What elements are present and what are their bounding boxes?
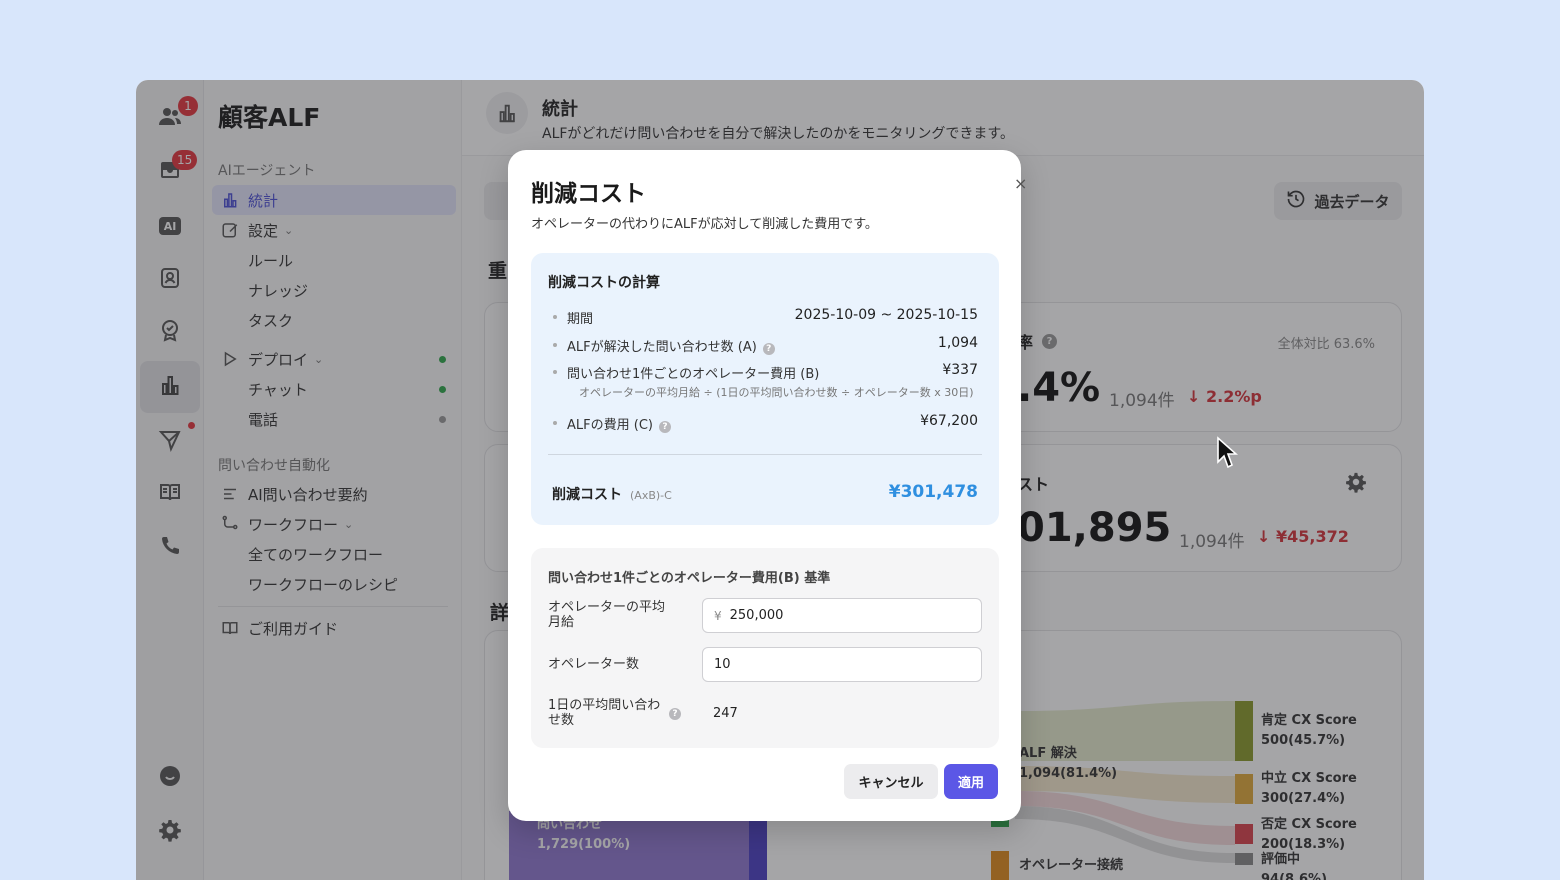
cost-calculation-panel: 削減コストの計算 期間 2025-10-09 ~ 2025-10-15 ALFが… (531, 253, 999, 525)
resolved-value: 1,094 (937, 335, 978, 351)
salary-label-line2: 月給 (548, 615, 575, 630)
daily-label: 1日の平均問い合わ せ数 (548, 698, 678, 728)
alf-cost-value: ¥67,200 (920, 413, 978, 429)
help-icon[interactable]: ? (762, 343, 775, 355)
resolved-label: ALFが解決した問い合わせ数 (A) (567, 340, 757, 355)
cancel-button[interactable]: キャンセル (844, 764, 938, 799)
salary-label: オペレーターの平均 月給 (548, 600, 678, 630)
mouse-cursor-icon (1217, 436, 1238, 469)
daily-label-line2: せ数 (548, 713, 575, 728)
per-cost-formula: オペレーターの平均月給 ÷ (1日の平均問い合わせ数 ÷ オペレーター数 x 3… (579, 386, 974, 399)
per-cost-label: 問い合わせ1件ごとのオペレーター費用 (B) (567, 367, 820, 382)
bullet (553, 421, 557, 425)
bullet (553, 370, 557, 374)
apply-button[interactable]: 適用 (944, 764, 998, 799)
close-icon[interactable]: × (1014, 174, 1027, 193)
modal-title: 削減コスト (531, 181, 646, 207)
help-icon[interactable]: ? (658, 421, 671, 433)
total-label: 削減コスト (552, 487, 622, 503)
operators-input[interactable]: 10 (702, 647, 982, 682)
calc-title: 削減コストの計算 (548, 275, 660, 291)
cost-basis-panel: 問い合わせ1件ごとのオペレーター費用(B) 基準 オペレーターの平均 月給 ¥ 2… (531, 548, 999, 748)
salary-input[interactable]: ¥ 250,000 (702, 598, 982, 633)
bullet (553, 343, 557, 347)
daily-label-line1: 1日の平均問い合わ (548, 698, 661, 713)
operators-value: 10 (714, 657, 731, 672)
period-value: 2025-10-09 ~ 2025-10-15 (794, 307, 978, 323)
alf-cost-label-wrap: ALFの費用 (C)? (567, 414, 671, 433)
total-value: ¥301,478 (888, 482, 978, 502)
total-formula: (AxB)-C (630, 489, 672, 502)
salary-label-line1: オペレーターの平均 (548, 600, 666, 615)
help-icon[interactable]: ? (669, 708, 681, 720)
alf-cost-label: ALFの費用 (C) (567, 418, 653, 433)
salary-value: 250,000 (729, 608, 784, 623)
bullet (553, 315, 557, 319)
basis-title: 問い合わせ1件ごとのオペレーター費用(B) 基準 (548, 571, 831, 586)
calc-divider (548, 454, 982, 455)
yen-prefix: ¥ (714, 608, 722, 623)
saved-cost-modal: 削減コスト × オペレーターの代わりにALFが応対して削減した費用です。 削減コ… (508, 150, 1027, 821)
total-label-wrap: 削減コスト (AxB)-C (552, 484, 672, 504)
daily-value: 247 (713, 706, 738, 721)
operators-label: オペレーター数 (548, 657, 640, 672)
period-label: 期間 (567, 312, 594, 327)
per-cost-value: ¥337 (942, 362, 978, 378)
modal-description: オペレーターの代わりにALFが応対して削減した費用です。 (531, 217, 878, 232)
resolved-label-wrap: ALFが解決した問い合わせ数 (A)? (567, 336, 775, 355)
